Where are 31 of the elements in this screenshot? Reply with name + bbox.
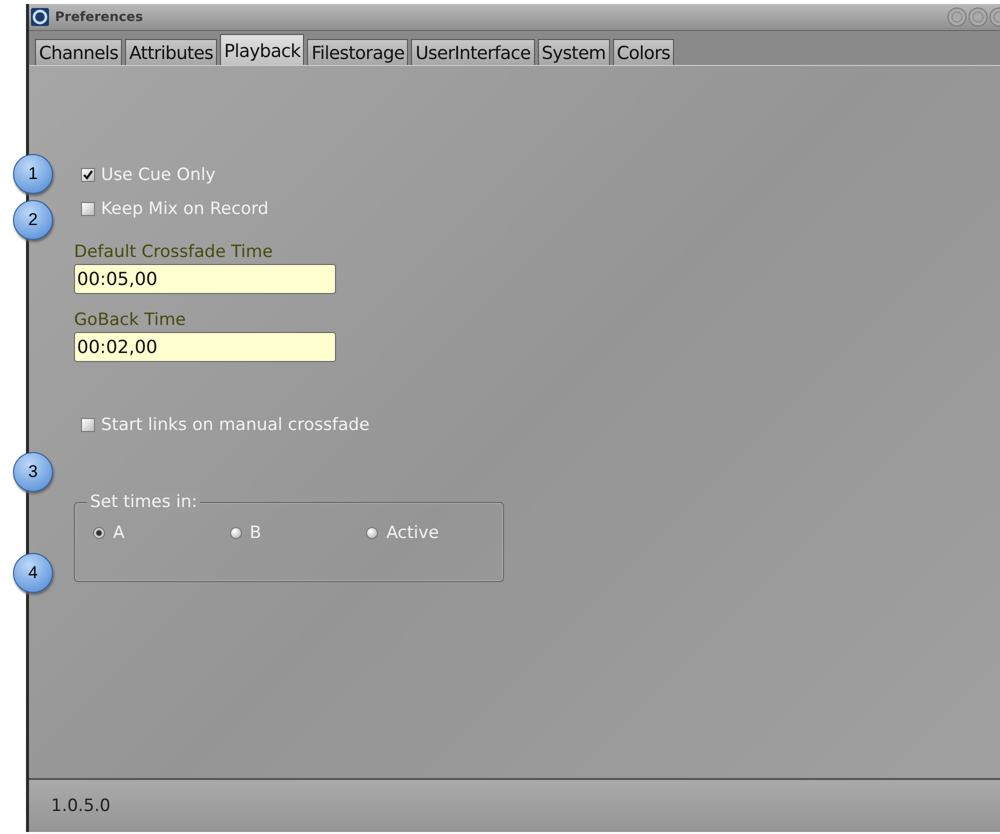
checkbox-label: Keep Mix on Record [101, 199, 269, 219]
tab[interactable]: System [538, 39, 610, 65]
checkbox[interactable] [81, 202, 95, 216]
version-text: 1.0.5.0 [51, 796, 110, 816]
callout-marker: 1 [13, 154, 53, 194]
field-label: GoBack Time [74, 310, 187, 330]
tab[interactable]: Attributes [125, 39, 218, 65]
callout-marker: 4 [13, 553, 53, 593]
window-control-icon[interactable] [947, 7, 967, 27]
radio-label: A [113, 523, 125, 543]
radio-label: B [250, 523, 262, 543]
field-label: Default Crossfade Time [74, 242, 274, 262]
tab[interactable]: Colors [612, 39, 674, 65]
checkbox[interactable] [81, 418, 95, 432]
tab[interactable]: Channels [35, 39, 122, 65]
checkbox-label: Start links on manual crossfade [101, 415, 370, 435]
tab[interactable]: Playback [220, 34, 304, 66]
input-field[interactable]: 00:05,00 [74, 264, 336, 294]
tab[interactable]: UserInterface [411, 39, 535, 65]
radio-button[interactable] [93, 527, 105, 539]
tab[interactable]: Filestorage [307, 39, 408, 65]
window-title: Preferences [55, 10, 143, 24]
callout-marker: 2 [13, 200, 53, 240]
radio-button[interactable] [230, 527, 242, 539]
checkbox-label: Use Cue Only [101, 165, 216, 185]
radio-label: Active [386, 523, 439, 543]
radio-button[interactable] [366, 527, 378, 539]
checkbox[interactable] [81, 168, 95, 182]
callout-marker: 3 [13, 452, 53, 492]
input-field[interactable]: 00:02,00 [74, 332, 336, 362]
app-icon [31, 8, 49, 26]
